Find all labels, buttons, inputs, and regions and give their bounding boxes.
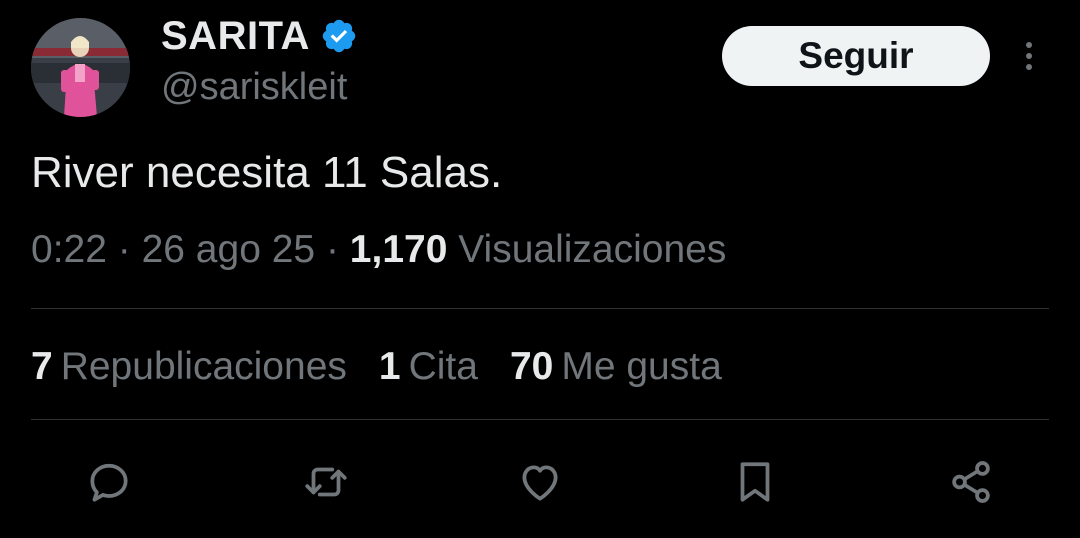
meta-separator: · bbox=[325, 228, 339, 271]
quotes-label: Cita bbox=[408, 345, 478, 388]
divider bbox=[31, 419, 1049, 420]
views-count: 1,170 bbox=[349, 228, 448, 271]
tweet-text: River necesita 11 Salas. bbox=[31, 148, 503, 197]
reply-icon[interactable] bbox=[82, 455, 136, 509]
bookmark-icon[interactable] bbox=[728, 455, 782, 509]
handle[interactable]: @sariskleit bbox=[161, 66, 347, 109]
reposts-label: Republicaciones bbox=[60, 345, 347, 388]
quotes-stat[interactable]: 1 Cita bbox=[379, 345, 478, 389]
avatar-image bbox=[31, 18, 130, 117]
views-label: Visualizaciones bbox=[458, 228, 727, 271]
tweet-card: SARITA @sariskleit Seguir River necesita… bbox=[0, 0, 1080, 538]
repost-icon[interactable] bbox=[299, 455, 353, 509]
like-icon[interactable] bbox=[513, 455, 567, 509]
display-name[interactable]: SARITA bbox=[161, 14, 310, 59]
avatar[interactable] bbox=[31, 18, 130, 117]
engagement-stats: 7 Republicaciones 1 Cita 70 Me gusta bbox=[31, 345, 754, 389]
reposts-stat[interactable]: 7 Republicaciones bbox=[31, 345, 347, 389]
meta-separator: · bbox=[117, 228, 131, 271]
share-icon[interactable] bbox=[944, 455, 998, 509]
verified-badge-icon[interactable] bbox=[320, 17, 358, 55]
tweet-date[interactable]: 26 ago 25 bbox=[142, 228, 316, 271]
more-vertical-icon[interactable] bbox=[1014, 36, 1044, 76]
likes-count: 70 bbox=[509, 345, 554, 388]
tweet-time[interactable]: 0:22 bbox=[31, 228, 107, 271]
likes-label: Me gusta bbox=[561, 345, 722, 388]
follow-button[interactable]: Seguir bbox=[722, 26, 990, 86]
action-bar bbox=[0, 455, 1080, 509]
tweet-meta: 0:22 · 26 ago 25 · 1,170 Visualizaciones bbox=[31, 228, 726, 272]
display-name-row: SARITA bbox=[161, 12, 358, 60]
likes-stat[interactable]: 70 Me gusta bbox=[510, 345, 722, 389]
reposts-count: 7 bbox=[31, 345, 53, 388]
divider bbox=[31, 308, 1049, 309]
quotes-count: 1 bbox=[378, 345, 401, 388]
